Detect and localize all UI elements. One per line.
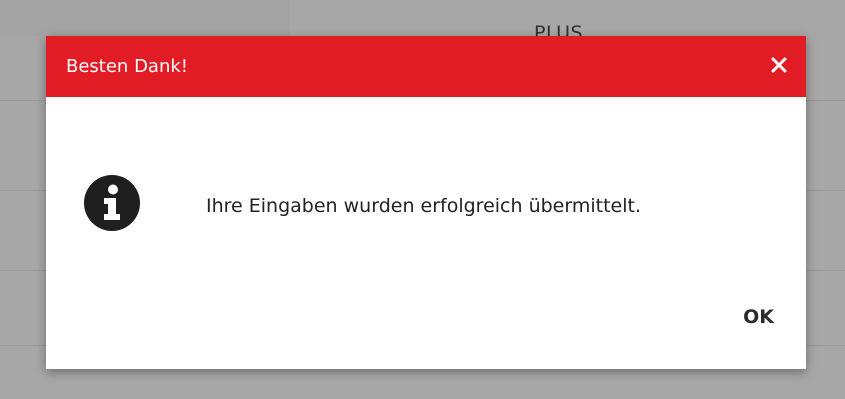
success-dialog: Besten Dank! Ihre Eingaben wurden erfolg… [46,36,806,369]
ok-button[interactable]: OK [737,302,780,332]
info-circle-icon [83,174,141,232]
dialog-message: Ihre Eingaben wurden erfolgreich übermit… [206,195,641,217]
dialog-header: Besten Dank! [46,36,806,97]
dialog-title: Besten Dank! [66,56,189,77]
close-icon[interactable] [766,52,792,78]
